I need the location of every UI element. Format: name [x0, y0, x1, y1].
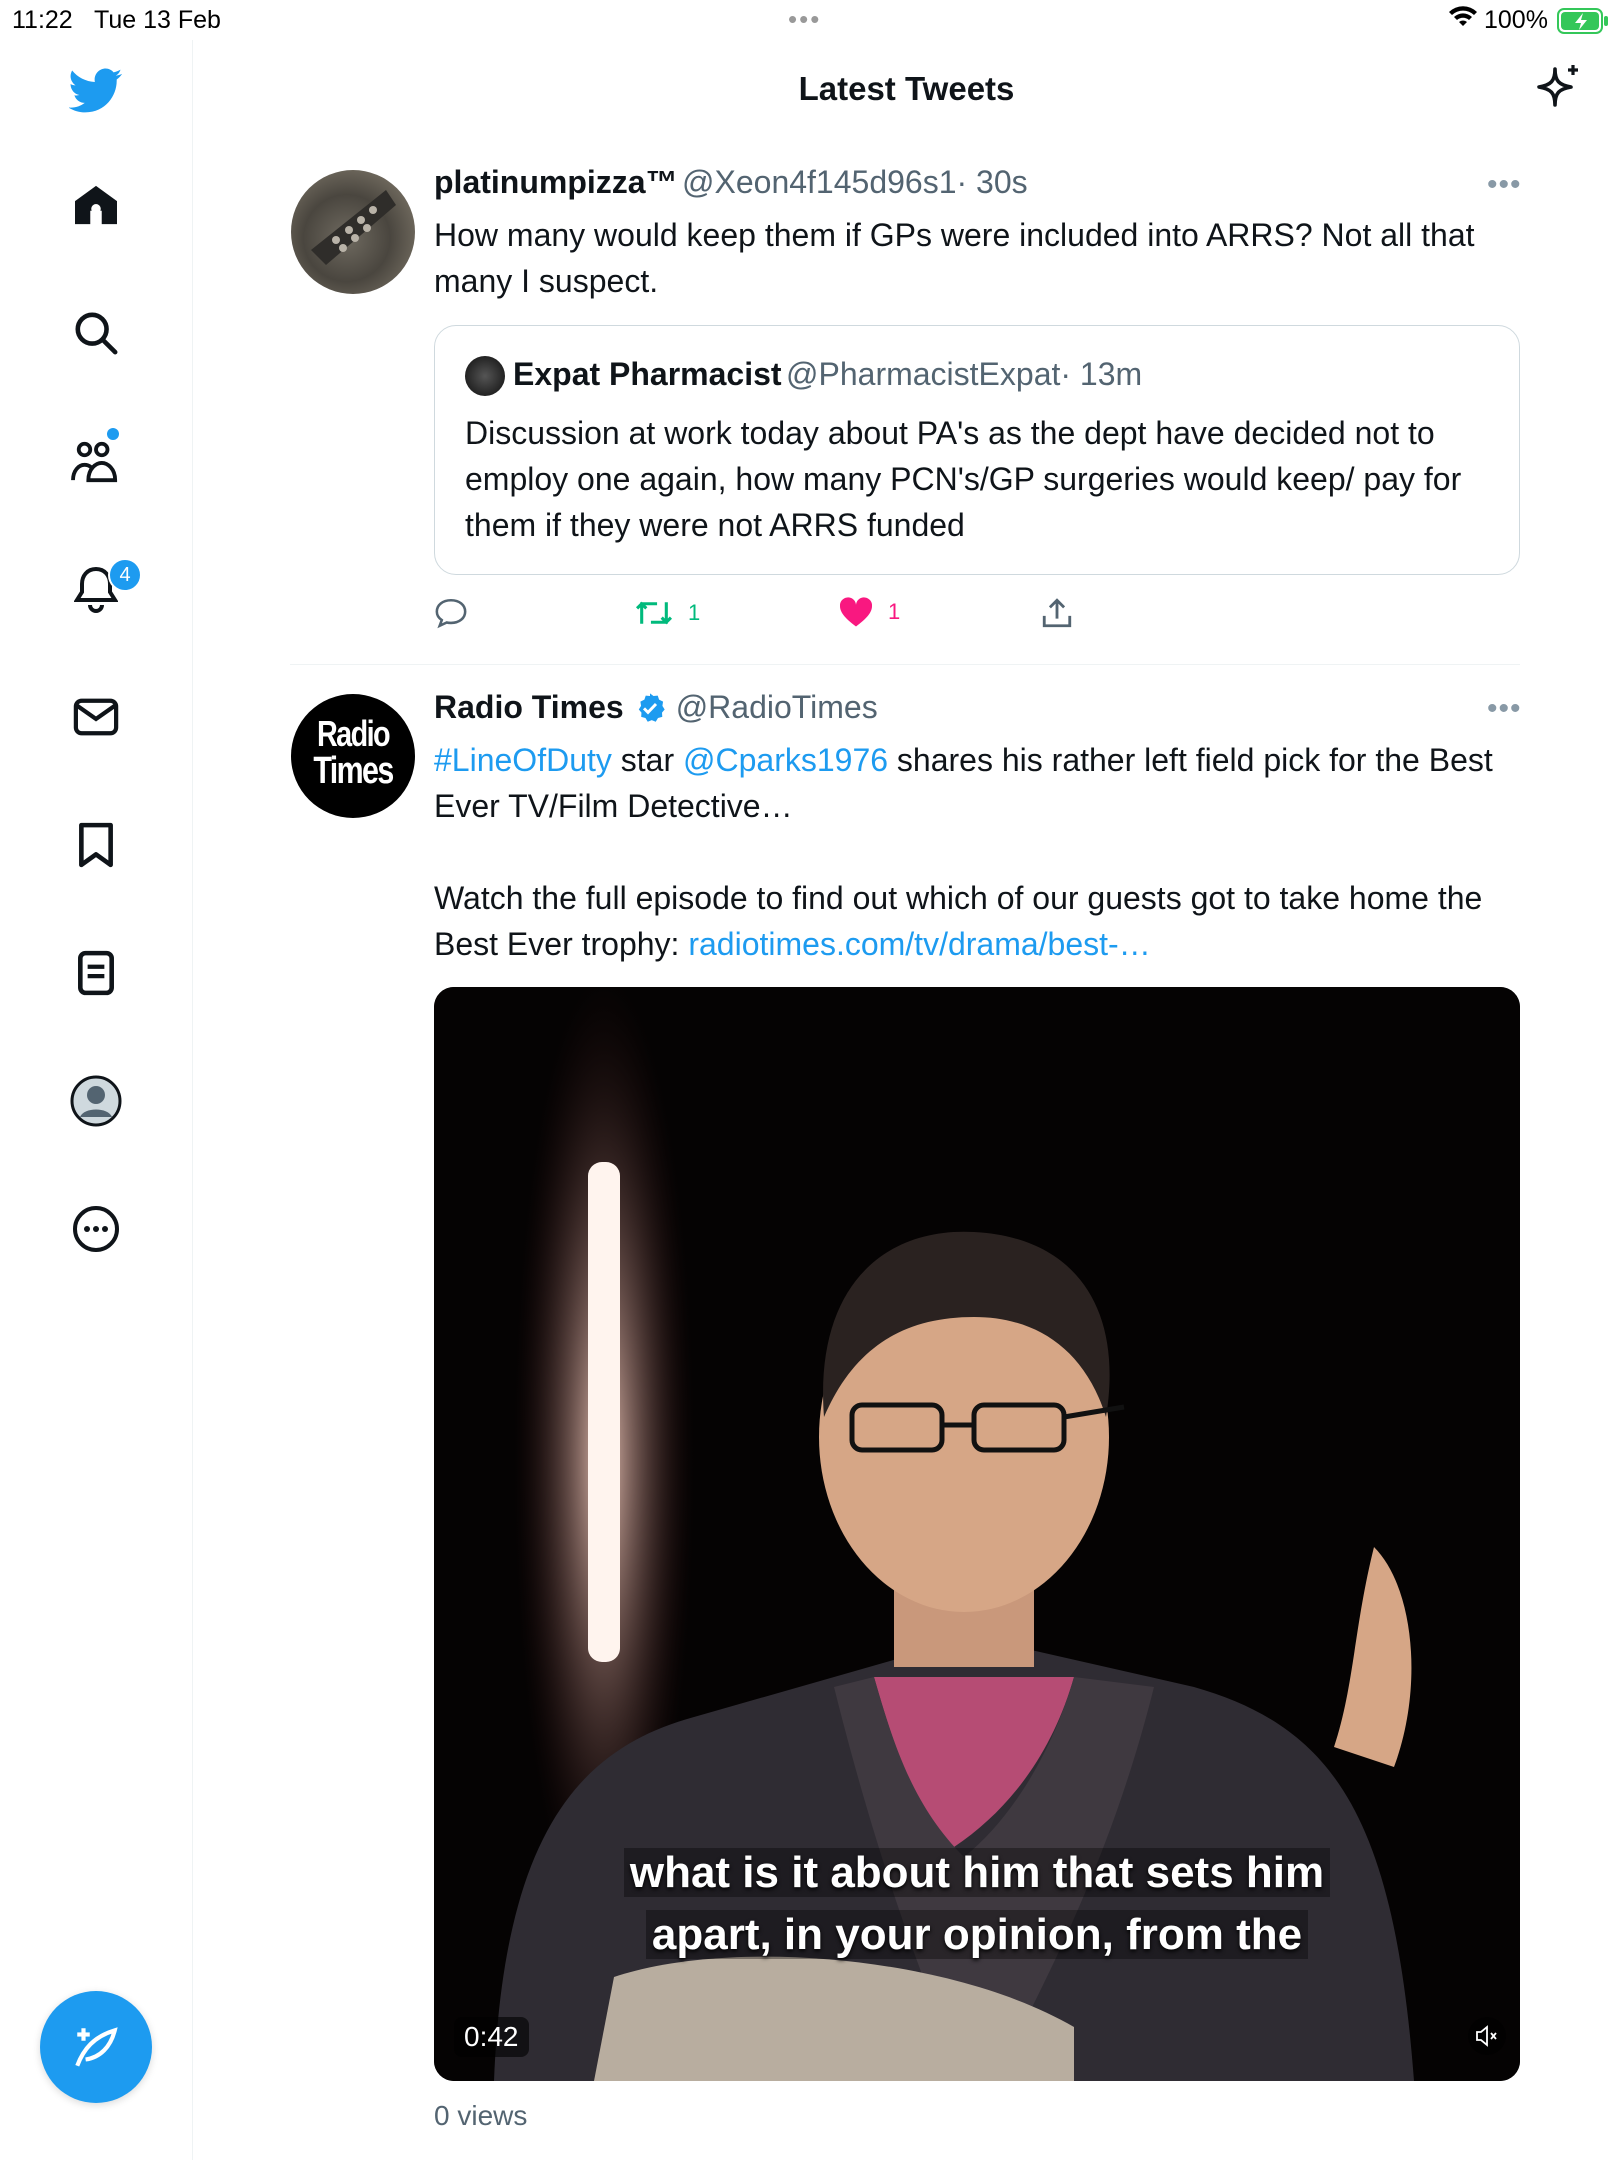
muted-speaker-icon [1476, 2025, 1497, 2047]
battery-percent: 100% [1484, 6, 1548, 34]
communities-icon[interactable] [65, 430, 127, 492]
tweet-header: platinumpizza™ @Xeon4f145d96s1· 30s [434, 164, 1028, 201]
battery-icon [1557, 8, 1609, 41]
communities-dot-badge [107, 428, 119, 440]
tweet-text: How many would keep them if GPs were inc… [434, 217, 1475, 299]
tweet-author-name[interactable]: platinumpizza™ [434, 164, 678, 200]
quote-author-handle: @PharmacistExpat [786, 356, 1061, 392]
quote-tweet-card[interactable]: Expat Pharmacist @PharmacistExpat· 13m D… [434, 325, 1520, 575]
verified-badge-icon [638, 692, 665, 722]
profile-icon[interactable] [65, 1070, 127, 1132]
home-icon[interactable] [65, 174, 127, 236]
quote-author-name: Expat Pharmacist [513, 356, 782, 392]
tweet-divider [290, 664, 1520, 665]
like-button[interactable]: 1 [838, 596, 900, 628]
retweet-count: 1 [688, 600, 701, 625]
heart-icon [839, 597, 873, 627]
video-subtitles: what is it about him that sets him apart… [434, 1842, 1520, 1966]
radio-times-avatar[interactable]: Radio Times [291, 694, 415, 818]
subtitle-line-1: what is it about him that sets him [623, 1848, 1331, 1897]
mention-link[interactable]: @Cparks1976 [683, 742, 888, 778]
like-count: 1 [888, 599, 901, 624]
quote-header: Expat Pharmacist @PharmacistExpat· 13m [513, 356, 1142, 393]
status-time: 11:22 [12, 6, 73, 34]
twitter-logo-icon[interactable] [65, 60, 127, 122]
reply-button[interactable] [434, 596, 468, 630]
sparkle-icon[interactable] [1535, 63, 1583, 116]
share-button[interactable] [1040, 596, 1074, 630]
view-count: 0 views [434, 2100, 528, 2131]
retweet-icon [635, 601, 673, 625]
notifications-badge: 4 [108, 558, 142, 592]
avatar-logo-line2: Times [313, 750, 394, 792]
retweet-button[interactable]: 1 [634, 596, 700, 630]
more-icon[interactable] [65, 1198, 127, 1260]
wifi-icon [1448, 4, 1478, 35]
lists-icon[interactable] [65, 942, 127, 1004]
tweet-text: #LineOfDuty star @Cparks1976 shares his … [434, 737, 1520, 829]
url-link[interactable]: radiotimes.com/tv/drama/best-… [688, 926, 1150, 962]
tweet-text-fragment: star [611, 742, 683, 778]
tweet-text-paragraph: Watch the full episode to find out which… [434, 875, 1520, 967]
video-player[interactable]: what is it about him that sets him apart… [434, 987, 1520, 2081]
messages-icon[interactable] [65, 686, 127, 748]
compose-feather-icon [75, 2027, 118, 2067]
subtitle-line-2: apart, in your opinion, from the [645, 1910, 1309, 1959]
page-title: Latest Tweets [798, 70, 1015, 107]
mute-button[interactable] [1468, 2017, 1506, 2055]
tweet-author-name[interactable]: Radio Times [434, 689, 624, 726]
quote-avatar [465, 356, 505, 396]
hashtag-link[interactable]: #LineOfDuty [434, 742, 612, 778]
tweet-more-icon[interactable]: ••• [1487, 692, 1522, 726]
compose-tweet-button[interactable] [40, 1991, 152, 2103]
search-icon[interactable] [65, 302, 127, 364]
multitask-dots-icon[interactable]: ••• [788, 4, 821, 35]
status-date: Tue 13 Feb [94, 6, 221, 34]
tweet-avatar[interactable] [291, 170, 415, 294]
tweet-author-handle[interactable]: @Xeon4f145d96s1 [682, 164, 956, 200]
tweet-header: Radio Times @RadioTimes [434, 689, 878, 726]
tweet-more-icon[interactable]: ••• [1487, 168, 1522, 202]
tweet-time[interactable]: · 30s [957, 164, 1028, 200]
quote-time: · 13m [1060, 356, 1143, 392]
status-bar: 11:22 Tue 13 Feb ••• 100% [0, 0, 1620, 40]
tweet-author-handle[interactable]: @RadioTimes [676, 689, 878, 726]
avatar-logo-line1: Radio [316, 713, 391, 754]
video-duration: 0:42 [454, 2017, 529, 2057]
reply-icon [435, 598, 467, 629]
share-icon [1042, 598, 1072, 628]
quote-text: Discussion at work today about PA's as t… [465, 415, 1462, 543]
bookmarks-icon[interactable] [65, 814, 127, 876]
